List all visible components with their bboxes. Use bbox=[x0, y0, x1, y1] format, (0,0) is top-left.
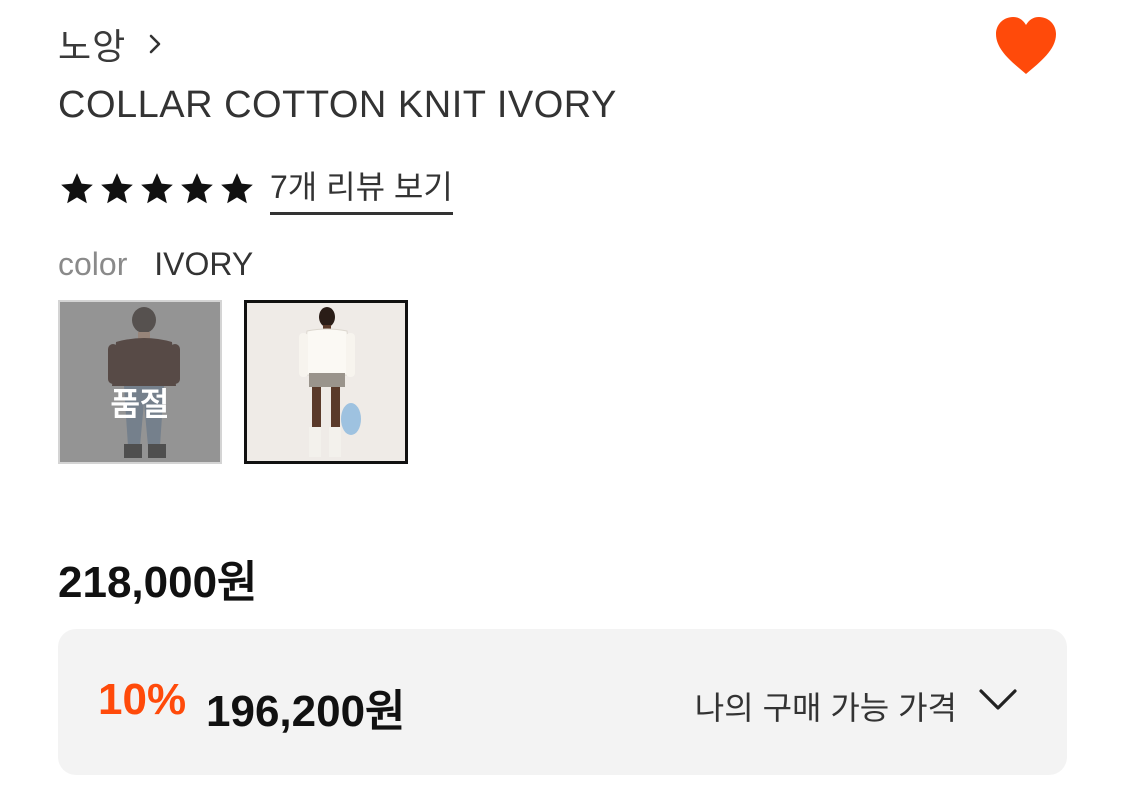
star-icon bbox=[221, 172, 253, 203]
color-label: color bbox=[58, 246, 128, 282]
color-option: color IVORY bbox=[58, 246, 253, 283]
star-rating bbox=[58, 170, 256, 208]
my-price-panel[interactable]: 10% 196,200원 나의 구매 가능 가격 bbox=[58, 629, 1067, 775]
brand-link[interactable]: 노앙 bbox=[58, 18, 168, 70]
heart-icon[interactable] bbox=[992, 14, 1060, 78]
star-icon bbox=[141, 172, 173, 203]
star-icon bbox=[101, 172, 133, 203]
star-icon bbox=[61, 172, 93, 203]
soldout-label: 품절 bbox=[110, 386, 170, 422]
color-swatch-soldout[interactable]: 품절 bbox=[58, 300, 222, 464]
brand-name: 노앙 bbox=[58, 26, 127, 67]
star-icon bbox=[181, 172, 213, 203]
product-thumbnail-ivory bbox=[247, 303, 405, 461]
reviews-link[interactable]: 7개 리뷰 보기 bbox=[270, 162, 453, 215]
color-swatch-ivory-selected[interactable] bbox=[244, 300, 408, 464]
chevron-down-icon bbox=[979, 689, 1017, 710]
discount-price: 196,200원 bbox=[206, 687, 406, 736]
product-title: COLLAR COTTON KNIT IVORY bbox=[58, 84, 617, 126]
discount-rate: 10% bbox=[98, 675, 187, 724]
soldout-overlay: 품절 bbox=[60, 302, 220, 462]
color-value: IVORY bbox=[154, 246, 254, 282]
original-price: 218,000원 bbox=[58, 558, 258, 607]
rating-row: 7개 리뷰 보기 bbox=[58, 162, 453, 215]
my-price-label: 나의 구매 가능 가격 bbox=[694, 690, 957, 726]
chevron-right-icon bbox=[149, 34, 161, 54]
